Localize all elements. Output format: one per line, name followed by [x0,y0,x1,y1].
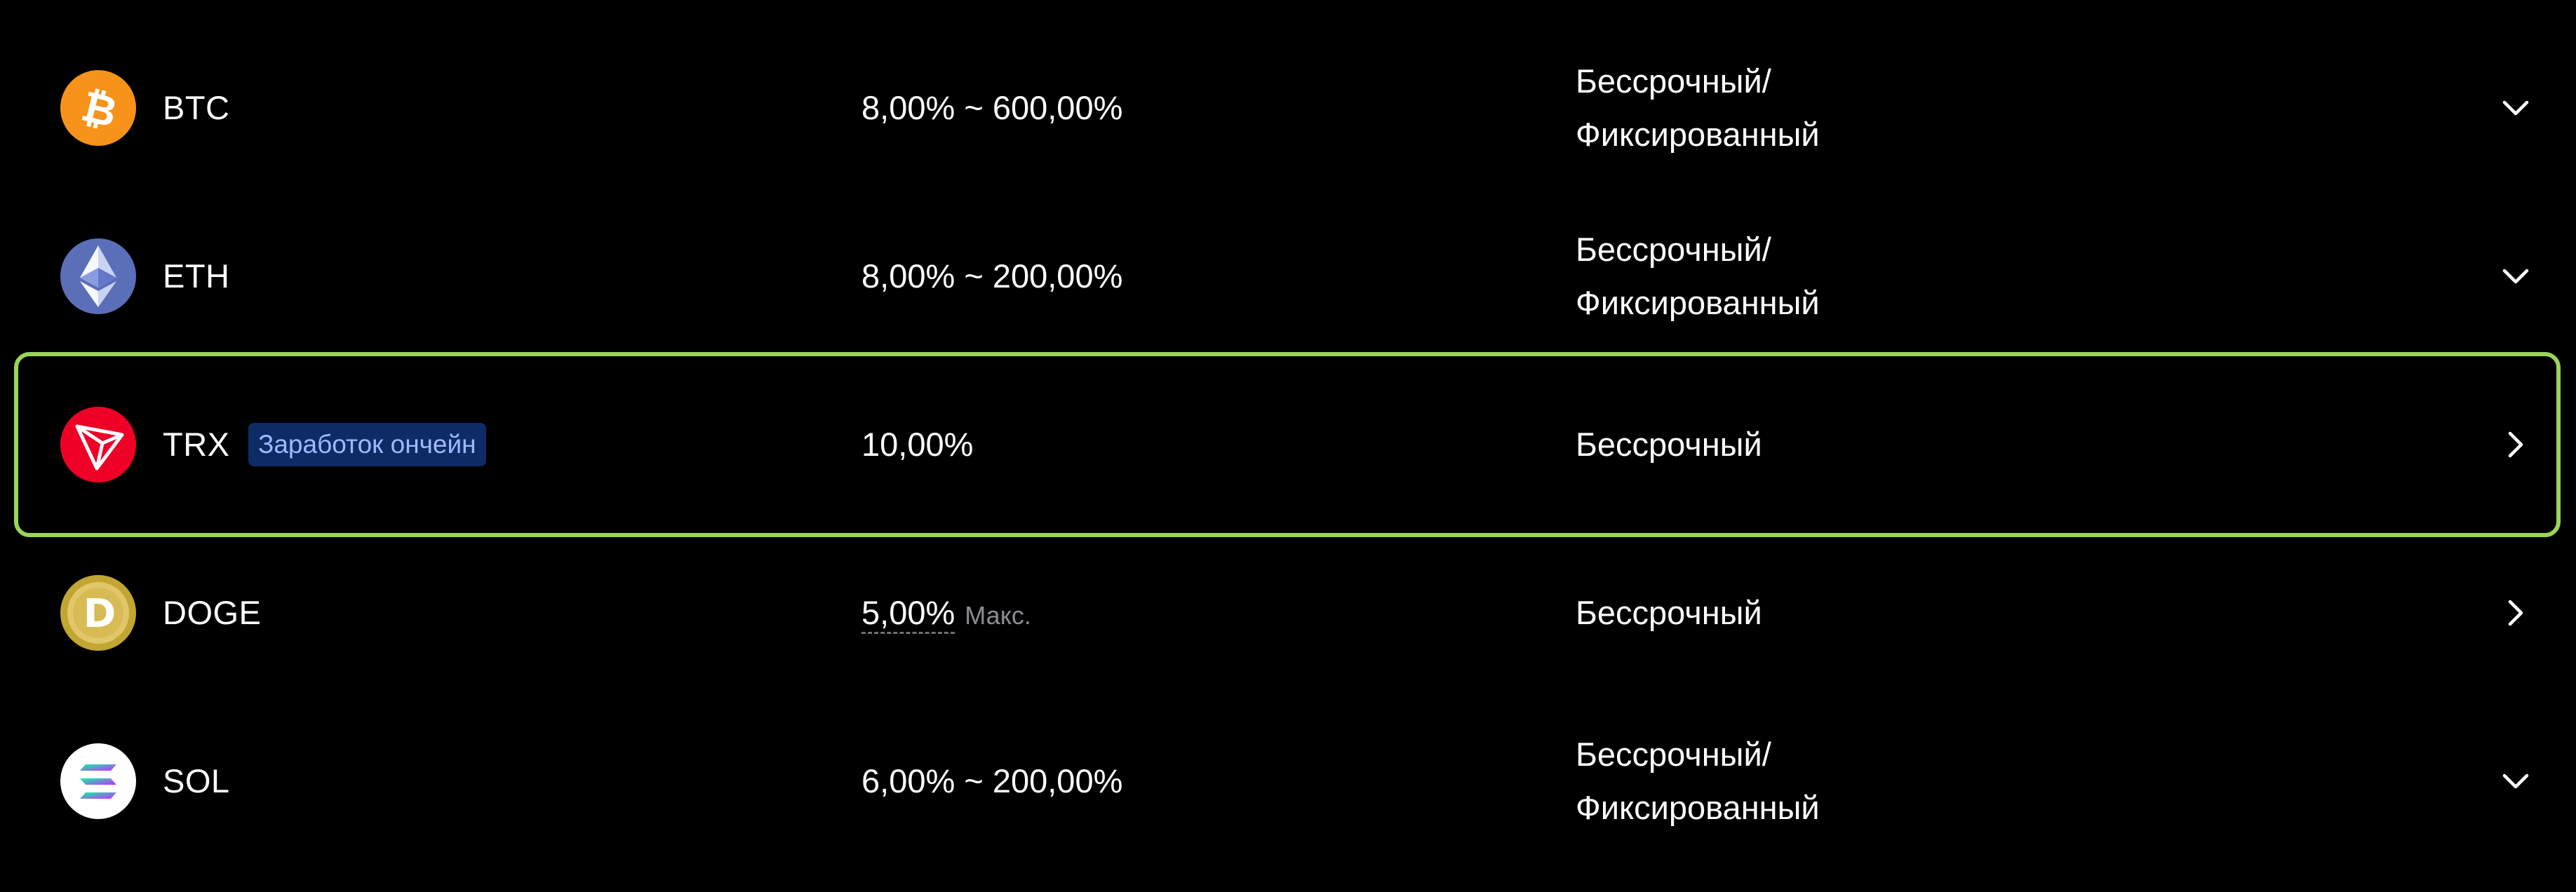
coin-symbol: DOGE [163,594,262,631]
apr-value: 8,00% ~ 200,00% [861,257,1123,295]
term-type: Бессрочный [1576,418,1762,471]
list-item-trx[interactable]: TRX Заработок ончейн 10,00% Бессрочный [14,352,2561,537]
bitcoin-icon: ₿ [60,70,136,146]
dogecoin-icon: D [60,575,136,651]
term-line-1: Бессрочный/ [1576,231,1771,268]
svg-text:D: D [83,591,116,637]
list-item-sol[interactable]: SOL 6,00% ~ 200,00% Бессрочный/ Фиксиров… [14,689,2561,874]
apr-value[interactable]: 5,00% [861,594,955,634]
term-line-1: Бессрочный/ [1576,62,1771,100]
coin-symbol: TRX [163,426,230,463]
list-item-eth[interactable]: ETH 8,00% ~ 200,00% Бессрочный/ Фиксиров… [14,184,2561,369]
term-type: Бессрочный/ Фиксированный [1576,223,1820,330]
coin-symbol: ETH [163,257,230,295]
apr-range: 8,00% ~ 200,00% [861,255,1122,297]
term-type: Бессрочный/ Фиксированный [1576,55,1820,161]
term-line-2: Фиксированный [1576,116,1820,153]
term-type: Бессрочный/ Фиксированный [1576,728,1820,834]
coin-symbol: SOL [163,762,230,799]
chevron-down-icon[interactable] [2495,255,2537,297]
chevron-right-icon[interactable] [2495,592,2537,634]
chevron-right-icon[interactable] [2495,424,2537,466]
apr-range: 6,00% ~ 200,00% [861,760,1122,802]
apr-value: 6,00% ~ 200,00% [861,762,1123,799]
chevron-down-icon[interactable] [2495,760,2537,802]
solana-icon [60,743,136,819]
apr-max-label: Макс. [965,601,1031,630]
term-line-1: Бессрочный [1576,426,1762,463]
earn-product-list: ₿ BTC 8,00% ~ 600,00% Бессрочный/ Фиксир… [0,0,2576,892]
term-line-1: Бессрочный [1576,594,1762,631]
coin-symbol: BTC [163,89,230,126]
list-item-doge[interactable]: D DOGE 5,00% Макс. Бессрочный [14,520,2561,705]
chevron-down-icon[interactable] [2495,87,2537,129]
onchain-earn-badge: Заработок ончейн [248,423,486,466]
term-line-2: Фиксированный [1576,789,1820,826]
apr-range: 8,00% ~ 600,00% [861,87,1122,129]
term-line-1: Бессрочный/ [1576,736,1771,773]
apr-value: 10,00% [861,426,974,463]
tron-icon [60,407,136,482]
term-line-2: Фиксированный [1576,284,1820,321]
ethereum-icon [60,238,136,314]
term-type: Бессрочный [1576,586,1762,640]
apr-range: 10,00% [861,424,973,466]
list-item-btc[interactable]: ₿ BTC 8,00% ~ 600,00% Бессрочный/ Фиксир… [14,15,2561,201]
apr-range[interactable]: 5,00% Макс. [861,592,1031,634]
apr-value: 8,00% ~ 600,00% [861,89,1123,126]
